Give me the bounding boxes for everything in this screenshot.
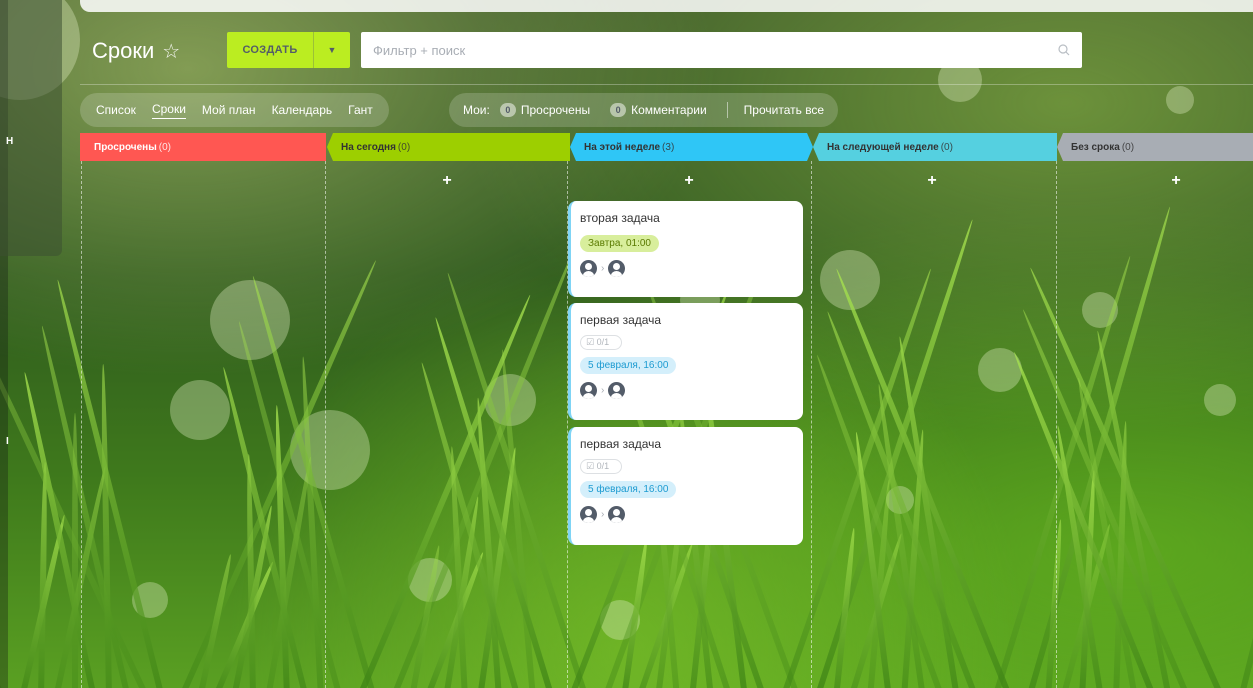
creator-avatar-icon[interactable] (580, 506, 597, 523)
search-input[interactable] (373, 42, 1058, 58)
search-icon[interactable] (1058, 44, 1070, 56)
column-title: На сегодня (341, 141, 396, 153)
search-box (361, 32, 1082, 68)
create-button[interactable]: СОЗДАТЬ (227, 44, 313, 56)
arrow-right-icon: › (601, 385, 605, 396)
creator-avatar-icon[interactable] (580, 382, 597, 399)
task-card[interactable]: первая задача ☑ 0/1 5 февраля, 16:00 › (568, 427, 803, 545)
column-count: (3) (662, 141, 675, 153)
left-panel-letter: І (6, 436, 9, 447)
add-task-button[interactable]: + (1166, 172, 1186, 190)
arrow-right-icon: › (601, 263, 605, 274)
column-title: Без срока (1071, 141, 1120, 153)
page-title: Сроки (92, 38, 155, 63)
view-switcher: Список Сроки Мой план Календарь Гант (80, 93, 389, 127)
column-count: (0) (397, 141, 411, 153)
counters-label: Мои: (463, 103, 490, 117)
view-tab-label: Мой план (201, 103, 256, 117)
view-tab-list[interactable]: Список (88, 93, 144, 127)
task-deadline-badge[interactable]: 5 февраля, 16:00 (580, 481, 677, 498)
column-count: (0) (158, 141, 171, 153)
view-tab-label: Календарь (271, 103, 333, 117)
arrow-right-icon: › (601, 509, 605, 520)
header-divider (80, 84, 1253, 85)
column-count: (0) (940, 141, 953, 153)
view-tab-calendar[interactable]: Календарь (264, 93, 341, 127)
task-deadline-badge[interactable]: 5 февраля, 16:00 (580, 357, 677, 374)
column-header-no-deadline[interactable]: Без срока (0) (1057, 133, 1253, 161)
checklist-badge: ☑ 0/1 (580, 335, 622, 350)
view-tab-label: Сроки (151, 102, 186, 119)
read-all-link[interactable]: Прочитать все (744, 103, 824, 117)
view-tab-label: Список (96, 103, 136, 117)
add-task-button[interactable]: + (679, 172, 699, 190)
column-header-today[interactable]: На сегодня (0) (327, 133, 570, 161)
view-tab-label: Гант (348, 103, 373, 117)
responsible-avatar-icon[interactable] (608, 260, 626, 277)
counters-bar: Мои: 0 Просрочены 0 Комментарии Прочитат… (449, 93, 839, 127)
checklist-count: 0/1 (596, 337, 610, 347)
column-title: На следующей неделе (827, 141, 939, 153)
column-separator (1056, 161, 1057, 688)
add-task-button[interactable]: + (922, 172, 942, 190)
checklist-icon: ☑ (586, 337, 595, 347)
left-panel (0, 0, 62, 256)
column-separator (81, 161, 82, 688)
task-title[interactable]: первая задача (580, 313, 794, 327)
task-card[interactable]: первая задача ☑ 0/1 5 февраля, 16:00 › (568, 303, 803, 420)
column-title: На этой неделе (584, 141, 661, 153)
column-count: (0) (1121, 141, 1135, 153)
chevron-down-icon: ▼ (327, 45, 337, 55)
counter-overdue[interactable]: 0 Просрочены (499, 103, 591, 117)
task-people: › (580, 382, 794, 399)
top-strip (80, 0, 1253, 12)
column-separator (811, 161, 812, 688)
counter-badge: 0 (499, 103, 516, 117)
task-deadline-badge[interactable]: Завтра, 01:00 (580, 235, 659, 252)
counter-separator (726, 102, 728, 118)
view-tab-my-plan[interactable]: Мой план (194, 93, 264, 127)
page-header: Сроки ☆ (92, 38, 180, 64)
column-header-overdue[interactable]: Просрочены (0) (80, 133, 326, 161)
view-tab-gantt[interactable]: Гант (340, 93, 381, 127)
checklist-badge: ☑ 0/1 (580, 459, 622, 474)
star-icon[interactable]: ☆ (162, 39, 180, 64)
task-people: › (580, 506, 794, 523)
task-card[interactable]: вторая задача Завтра, 01:00 › (568, 201, 803, 297)
responsible-avatar-icon[interactable] (608, 506, 626, 523)
checklist-count: 0/1 (596, 461, 610, 471)
creator-avatar-icon[interactable] (580, 260, 597, 277)
counter-label-text: Просрочены (520, 103, 591, 117)
task-people: › (580, 260, 794, 277)
view-tab-deadlines[interactable]: Сроки (144, 93, 194, 127)
create-dropdown-button[interactable]: ▼ (313, 32, 350, 68)
checklist-icon: ☑ (586, 461, 595, 471)
responsible-avatar-icon[interactable] (608, 382, 626, 399)
create-button-group: СОЗДАТЬ ▼ (227, 32, 350, 68)
column-title: Просрочены (94, 141, 157, 153)
column-header-this-week[interactable]: На этой неделе (3) (570, 133, 813, 161)
task-title[interactable]: вторая задача (580, 211, 794, 225)
task-title[interactable]: первая задача (580, 437, 794, 451)
counter-comments[interactable]: 0 Комментарии (610, 103, 707, 117)
counter-label-text: Комментарии (631, 103, 707, 117)
column-separator (325, 161, 326, 688)
column-header-next-week[interactable]: На следующей неделе (0) (813, 133, 1057, 161)
counter-badge: 0 (610, 103, 627, 117)
left-panel-letter: Н (6, 136, 14, 147)
add-task-button[interactable]: + (437, 172, 457, 190)
